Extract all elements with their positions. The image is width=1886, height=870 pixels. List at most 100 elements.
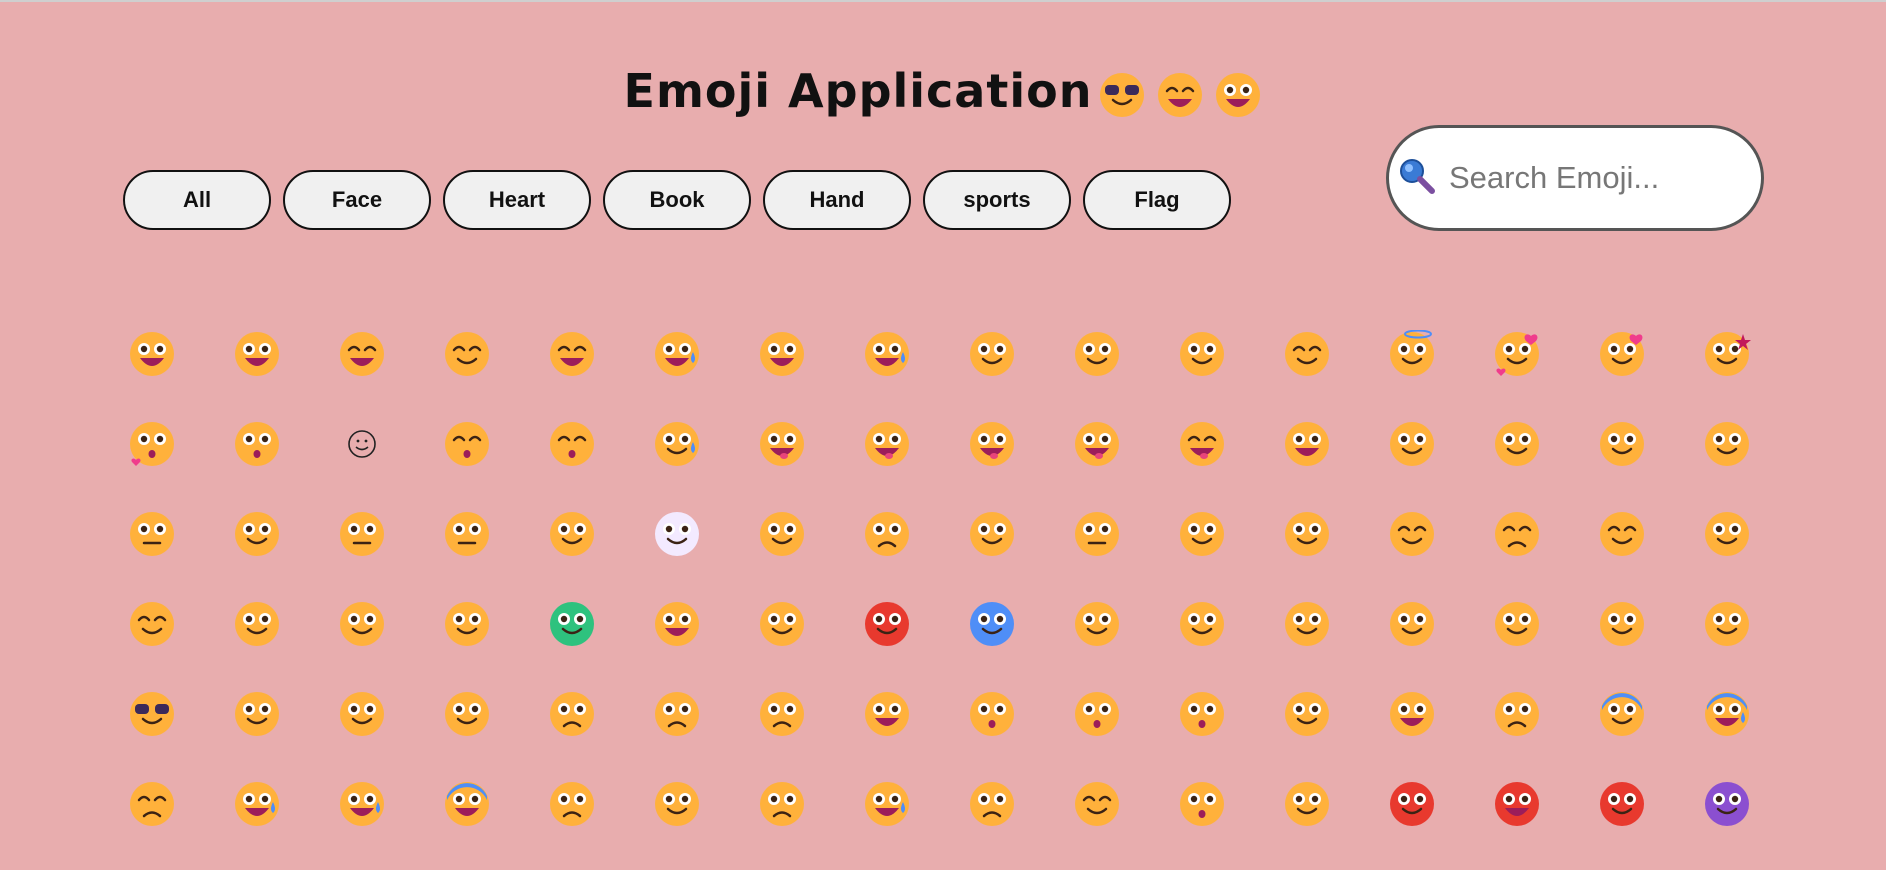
- halo-face-icon[interactable]: [1388, 330, 1493, 420]
- tired-face-icon[interactable]: [1073, 780, 1178, 870]
- spiral-eyes-icon[interactable]: [1283, 600, 1388, 690]
- filter-all-button[interactable]: All: [123, 170, 271, 230]
- smirking-face-icon[interactable]: [758, 510, 863, 600]
- knocked-out-icon[interactable]: [1178, 600, 1283, 690]
- neutral-face-icon[interactable]: [338, 510, 443, 600]
- confounded-face-icon[interactable]: [548, 780, 653, 870]
- peeking-eye-icon[interactable]: [1703, 420, 1808, 510]
- no-mouth-icon[interactable]: [548, 510, 653, 600]
- beaming-face-icon[interactable]: [443, 330, 548, 420]
- tongue-out-icon[interactable]: [863, 420, 968, 510]
- bandage-face-icon[interactable]: [443, 600, 548, 690]
- astonished-face-icon[interactable]: [1073, 690, 1178, 780]
- kissing-smiling-eyes-icon[interactable]: [548, 420, 653, 510]
- exploding-head-icon[interactable]: [1388, 600, 1493, 690]
- loudly-crying-icon[interactable]: [338, 780, 443, 870]
- nauseated-face-icon[interactable]: [548, 600, 653, 690]
- unamused-face-icon[interactable]: [863, 510, 968, 600]
- filter-sports-button[interactable]: sports: [923, 170, 1071, 230]
- upside-down-face-icon[interactable]: [1073, 330, 1178, 420]
- cold-face-icon[interactable]: [968, 600, 1073, 690]
- star-struck-icon[interactable]: [1703, 330, 1808, 420]
- monocle-face-icon[interactable]: [338, 690, 443, 780]
- nerd-face-icon[interactable]: [233, 690, 338, 780]
- frowning-face-icon[interactable]: [758, 690, 863, 780]
- confused-face-icon[interactable]: [443, 690, 548, 780]
- raised-eyebrow-icon[interactable]: [233, 510, 338, 600]
- exhaling-face-icon[interactable]: [1178, 510, 1283, 600]
- anxious-sweat-icon[interactable]: [1703, 690, 1808, 780]
- heart-eyes-icon[interactable]: [1598, 330, 1703, 420]
- screaming-fear-icon[interactable]: [443, 780, 548, 870]
- yawning-face-icon[interactable]: [1178, 780, 1283, 870]
- woozy-face-icon[interactable]: [1073, 600, 1178, 690]
- winking-face-icon[interactable]: [1178, 330, 1283, 420]
- worried-face-icon[interactable]: [548, 690, 653, 780]
- disguised-face-icon[interactable]: [1703, 600, 1808, 690]
- expressionless-icon[interactable]: [443, 510, 548, 600]
- filter-flag-button[interactable]: Flag: [1083, 170, 1231, 230]
- hearts-face-icon[interactable]: [1493, 330, 1598, 420]
- filter-hand-button[interactable]: Hand: [763, 170, 911, 230]
- search-input[interactable]: [1447, 159, 1751, 197]
- hand-over-mouth-icon[interactable]: [1493, 420, 1598, 510]
- partying-face-icon[interactable]: [1598, 600, 1703, 690]
- crying-face-icon[interactable]: [233, 780, 338, 870]
- blowing-kiss-icon[interactable]: [128, 420, 233, 510]
- grinning-big-eyes-icon[interactable]: [233, 330, 338, 420]
- sneezing-face-icon[interactable]: [758, 600, 863, 690]
- grimacing-face-icon[interactable]: [1073, 510, 1178, 600]
- filter-face-button[interactable]: Face: [283, 170, 431, 230]
- winking-tongue-icon[interactable]: [968, 420, 1073, 510]
- flushed-face-icon[interactable]: [1178, 690, 1283, 780]
- filter-book-button[interactable]: Book: [603, 170, 751, 230]
- pensive-face-icon[interactable]: [1493, 510, 1598, 600]
- smiling-tear-icon[interactable]: [653, 420, 758, 510]
- relieved-face-icon[interactable]: [1388, 510, 1493, 600]
- persevering-face-icon[interactable]: [653, 780, 758, 870]
- open-mouth-icon[interactable]: [863, 690, 968, 780]
- rolling-eyes-icon[interactable]: [968, 510, 1073, 600]
- sleeping-face-icon[interactable]: [128, 600, 233, 690]
- cowboy-face-icon[interactable]: [1493, 600, 1598, 690]
- filter-heart-button[interactable]: Heart: [443, 170, 591, 230]
- grinning-squinting-face-icon[interactable]: [548, 330, 653, 420]
- weary-face-icon[interactable]: [968, 780, 1073, 870]
- cursing-face-icon[interactable]: [1598, 780, 1703, 870]
- tears-of-joy-icon[interactable]: [863, 330, 968, 420]
- squinting-tongue-icon[interactable]: [1178, 420, 1283, 510]
- lying-face-icon[interactable]: [1283, 510, 1388, 600]
- hugging-face-icon[interactable]: [1388, 420, 1493, 510]
- sleepy-face-icon[interactable]: [1598, 510, 1703, 600]
- yum-face-icon[interactable]: [758, 420, 863, 510]
- grinning-smiling-eyes-icon[interactable]: [338, 330, 443, 420]
- dotted-line-face-icon[interactable]: [653, 510, 758, 600]
- open-eyes-hand-icon[interactable]: [1598, 420, 1703, 510]
- slightly-smiling-icon[interactable]: [968, 330, 1073, 420]
- smiling-horns-icon[interactable]: [1703, 780, 1808, 870]
- fearful-face-icon[interactable]: [1598, 690, 1703, 780]
- anguished-face-icon[interactable]: [1493, 690, 1598, 780]
- kissing-face-icon[interactable]: [233, 420, 338, 510]
- money-mouth-icon[interactable]: [1283, 420, 1388, 510]
- rolling-laughing-icon[interactable]: [758, 330, 863, 420]
- smiling-eyes-icon[interactable]: [1283, 330, 1388, 420]
- drooling-face-icon[interactable]: [1703, 510, 1808, 600]
- disappointed-face-icon[interactable]: [758, 780, 863, 870]
- angry-face-icon[interactable]: [1493, 780, 1598, 870]
- pouting-face-icon[interactable]: [1388, 780, 1493, 870]
- slightly-frowning-icon[interactable]: [653, 690, 758, 780]
- hushed-face-icon[interactable]: [968, 690, 1073, 780]
- cool-sunglasses-icon[interactable]: [128, 690, 233, 780]
- downcast-sweat-icon[interactable]: [863, 780, 968, 870]
- frowning-open-mouth-icon[interactable]: [1388, 690, 1493, 780]
- grinning-face-icon[interactable]: [128, 330, 233, 420]
- hot-face-icon[interactable]: [863, 600, 968, 690]
- sad-relieved-icon[interactable]: [128, 780, 233, 870]
- smiling-outline-icon[interactable]: [338, 420, 443, 510]
- kissing-closed-eyes-icon[interactable]: [443, 420, 548, 510]
- zipper-mouth-icon[interactable]: [128, 510, 233, 600]
- vomiting-face-icon[interactable]: [653, 600, 758, 690]
- grinning-sweat-icon[interactable]: [653, 330, 758, 420]
- steam-nose-icon[interactable]: [1283, 780, 1388, 870]
